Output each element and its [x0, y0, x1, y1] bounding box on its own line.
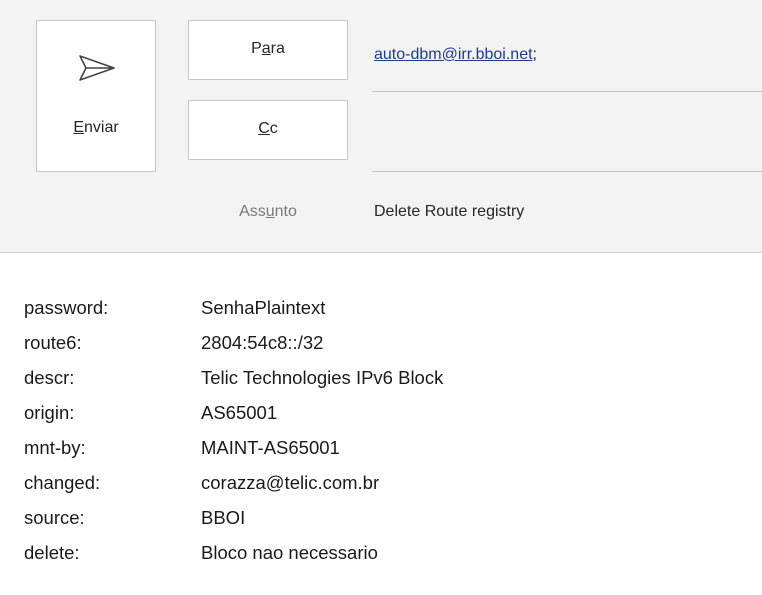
to-separator: ; — [532, 46, 537, 63]
body-key: delete: — [24, 542, 80, 563]
body-value: SenhaPlaintext — [201, 297, 326, 318]
body-value: corazza@telic.com.br — [201, 472, 380, 493]
body-key: route6: — [24, 332, 82, 353]
to-button-label: Para — [251, 40, 285, 57]
body-key: changed: — [24, 472, 101, 493]
body-key: source: — [24, 507, 85, 528]
body-value: BBOI — [201, 507, 246, 528]
body-value: MAINT-AS65001 — [201, 437, 340, 458]
cc-field[interactable] — [372, 171, 762, 172]
to-field-underline — [372, 91, 762, 92]
to-button[interactable]: Para — [188, 20, 348, 80]
to-recipient[interactable]: auto-dbm@irr.bboi.net — [374, 46, 533, 63]
cc-button[interactable]: Cc — [188, 100, 348, 160]
send-button[interactable]: Enviar — [36, 20, 156, 172]
body-key: password: — [24, 297, 109, 318]
body-value: Bloco nao necessario — [201, 542, 378, 563]
body-key: descr: — [24, 367, 75, 388]
send-button-label: Enviar — [73, 119, 119, 136]
send-arrow-icon — [79, 55, 115, 81]
body-value: 2804:54c8::/32 — [201, 332, 324, 353]
header-divider — [0, 252, 762, 253]
body-value: AS65001 — [201, 402, 278, 423]
compose-header: Enviar Para auto-dbm@irr.bboi.net; Cc As… — [0, 0, 762, 252]
subject-label: Assunto — [239, 203, 297, 220]
subject-field[interactable]: Delete Route registry — [374, 203, 524, 221]
to-field[interactable]: auto-dbm@irr.bboi.net; — [374, 46, 537, 64]
cc-button-label: Cc — [258, 120, 278, 137]
body-key: origin: — [24, 402, 75, 423]
body-value: Telic Technologies IPv6 Block — [201, 367, 444, 388]
body-key: mnt-by: — [24, 437, 86, 458]
